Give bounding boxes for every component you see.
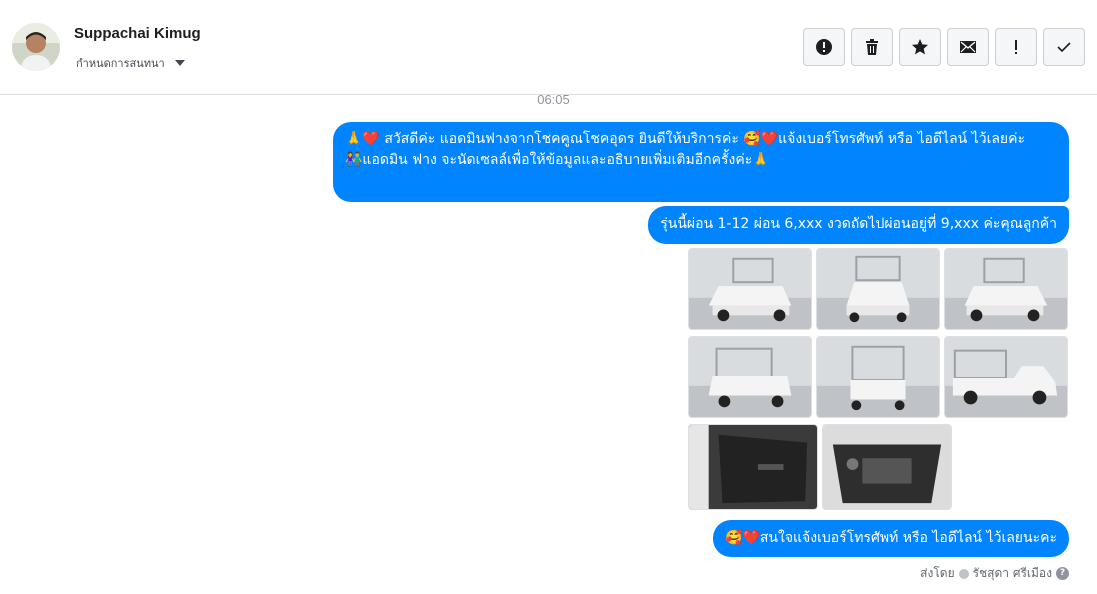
important-button[interactable] [995, 28, 1037, 66]
caret-down-icon [174, 60, 185, 66]
sender-avatar-icon [958, 568, 969, 579]
truck-photo-image [817, 249, 939, 329]
alert-circle-icon [816, 39, 832, 55]
truck-photo-image [689, 249, 811, 329]
photo-truck-front[interactable] [816, 248, 940, 330]
delete-button[interactable] [851, 28, 893, 66]
contact-name[interactable]: Suppachai Kimug [74, 25, 201, 42]
photo-truck-rear-left[interactable] [688, 336, 812, 418]
sent-by-label: ส่งโดย [920, 566, 955, 580]
conversation-label-dropdown[interactable]: กำหนดการสนทนา [76, 54, 185, 72]
photo-truck-side[interactable] [944, 336, 1068, 418]
message-text: 🙏❤️ สวัสดีค่ะ แอดมินฟางจากโชคคูณโชคอุดร … [345, 131, 1026, 147]
envelope-icon [960, 41, 976, 53]
message-bubble[interactable]: รุ่นนี้ผ่อน 1-12 ผ่อน 6,xxx งวดถัดไปผ่อน… [648, 206, 1069, 244]
photo-engine-bay[interactable] [822, 424, 952, 510]
message-text: รุ่นนี้ผ่อน 1-12 ผ่อน 6,xxx งวดถัดไปผ่อน… [660, 216, 1057, 232]
star-icon [912, 39, 928, 55]
sender-name[interactable]: รัชสุดา ศรีเมือง [973, 564, 1052, 583]
mark-done-button[interactable] [1043, 28, 1085, 66]
door-photo-image [689, 425, 817, 509]
photo-truck-front-left[interactable] [688, 248, 812, 330]
truck-photo-image [689, 337, 811, 417]
contact-avatar[interactable] [12, 23, 60, 71]
message-bubble[interactable]: 🙏❤️ สวัสดีค่ะ แอดมินฟางจากโชคคูณโชคอุดร … [333, 122, 1069, 202]
truck-photo-image [945, 337, 1067, 417]
exclamation-icon [1015, 40, 1017, 54]
truck-photo-image [945, 249, 1067, 329]
photo-door-interior[interactable] [688, 424, 818, 510]
help-icon[interactable]: ? [1056, 567, 1069, 580]
photo-truck-front-right[interactable] [944, 248, 1068, 330]
conversation-label-text: กำหนดการสนทนา [76, 57, 165, 70]
truck-photo-image [817, 337, 939, 417]
message-bubble[interactable]: 🥰❤️สนใจแจ้งเบอร์โทรศัพท์ หรือ ไอดีไลน์ ไ… [713, 520, 1069, 557]
conversation-header: Suppachai Kimug กำหนดการสนทนา [0, 0, 1097, 95]
message-text: 🥰❤️สนใจแจ้งเบอร์โทรศัพท์ หรือ ไอดีไลน์ ไ… [725, 530, 1057, 546]
check-icon [1057, 42, 1071, 53]
star-button[interactable] [899, 28, 941, 66]
message-text: 👫แอดมิน ฟาง จะนัดเซลล์เพื่อให้ข้อมูลและอ… [345, 152, 770, 168]
trash-icon [866, 39, 878, 55]
mark-unread-button[interactable] [947, 28, 989, 66]
engine-photo-image [823, 425, 951, 509]
sent-by-footer: ส่งโดย รัชสุดา ศรีเมือง ? [920, 564, 1069, 583]
message-timestamp: 06:05 [537, 92, 570, 107]
report-spam-button[interactable] [803, 28, 845, 66]
photo-truck-rear[interactable] [816, 336, 940, 418]
conversation-toolbar [803, 28, 1085, 66]
